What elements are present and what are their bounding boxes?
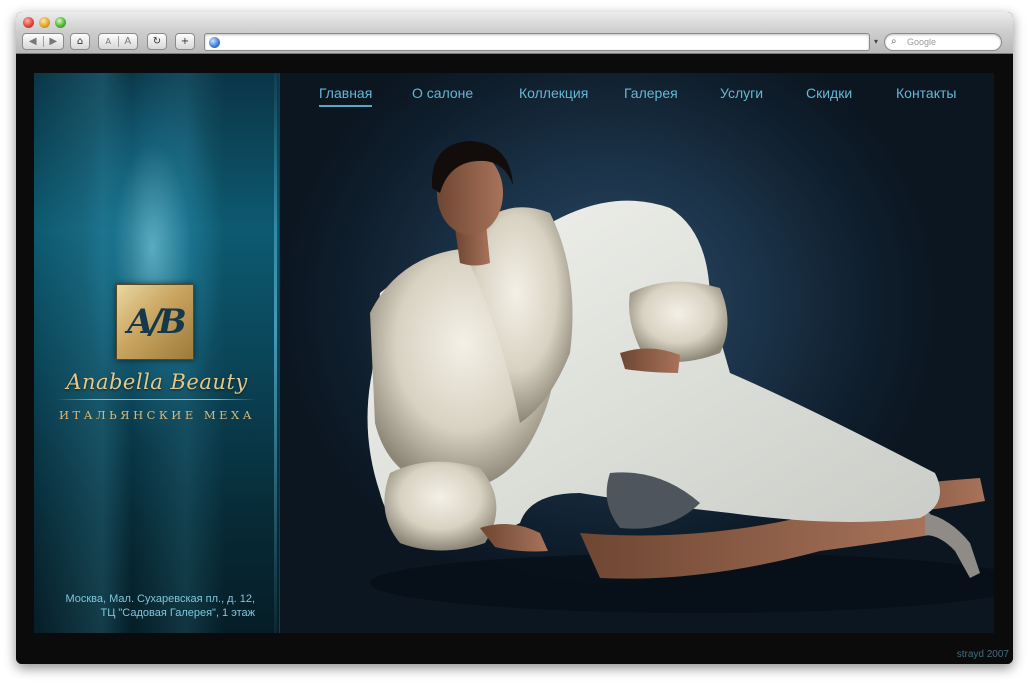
globe-icon (209, 37, 220, 48)
close-window-button[interactable] (23, 17, 34, 28)
home-button[interactable]: ⌂ (70, 33, 90, 50)
home-icon: ⌂ (76, 36, 84, 47)
text-bigger-button[interactable]: A (117, 36, 138, 47)
design-credit: strayd 2007 (956, 649, 1009, 660)
text-size-buttons: A A (98, 33, 138, 50)
address-line-1: Москва, Мал. Сухаревская пл., д. 12, (65, 593, 255, 605)
back-forward-buttons: ◀ ▶ (22, 33, 64, 50)
reload-button[interactable]: ↻ (147, 33, 167, 50)
nav-item-discounts[interactable]: Скидки (806, 85, 852, 105)
nav-item-home[interactable]: Главная (319, 85, 373, 107)
main-navigation: Главная О салоне Коллекция Галерея Услуг… (280, 85, 994, 115)
reload-icon: ↻ (152, 36, 162, 47)
address-dropdown-icon[interactable]: ▾ (874, 37, 878, 46)
logo-monogram: A/B (127, 302, 187, 342)
nav-item-contacts[interactable]: Контакты (896, 85, 956, 105)
zoom-window-button[interactable] (55, 17, 66, 28)
browser-toolbar: ◀ ▶ ⌂ A A ↻ + ▾ ⌕ Google (16, 12, 1013, 54)
back-icon[interactable]: ◀ (23, 36, 43, 47)
add-bookmark-button[interactable]: + (175, 33, 195, 50)
browser-window: ◀ ▶ ⌂ A A ↻ + ▾ ⌕ Google A/B Anabella Be… (16, 12, 1013, 664)
address-bar[interactable] (204, 33, 870, 51)
salon-address: Москва, Мал. Сухаревская пл., д. 12, ТЦ … (65, 592, 255, 620)
search-placeholder: Google (907, 37, 937, 47)
brand-divider (56, 399, 256, 400)
forward-icon[interactable]: ▶ (42, 36, 64, 47)
nav-item-about[interactable]: О салоне (412, 85, 473, 105)
hero-area: Главная О салоне Коллекция Галерея Услуг… (280, 73, 994, 633)
website: A/B Anabella Beauty ИТАЛЬЯНСКИЕ МЕХА Мос… (34, 73, 994, 633)
search-icon: ⌕ (891, 36, 897, 47)
hero-photo (367, 141, 994, 613)
page-viewport: A/B Anabella Beauty ИТАЛЬЯНСКИЕ МЕХА Мос… (16, 55, 1013, 664)
nav-item-collection[interactable]: Коллекция (519, 85, 588, 105)
brand-name: Anabella Beauty (66, 370, 248, 394)
add-icon: + (180, 36, 190, 47)
brand-tagline: ИТАЛЬЯНСКИЕ МЕХА (59, 408, 255, 422)
search-input[interactable]: ⌕ Google (884, 33, 1002, 51)
text-smaller-button[interactable]: A (99, 37, 118, 46)
nav-item-services[interactable]: Услуги (720, 85, 763, 105)
nav-item-gallery[interactable]: Галерея (624, 85, 678, 105)
address-line-2: ТЦ "Садовая Галерея", 1 этаж (100, 607, 255, 619)
brand-logo[interactable]: A/B (116, 284, 194, 360)
minimize-window-button[interactable] (39, 17, 50, 28)
sidebar: A/B Anabella Beauty ИТАЛЬЯНСКИЕ МЕХА Мос… (34, 73, 280, 633)
